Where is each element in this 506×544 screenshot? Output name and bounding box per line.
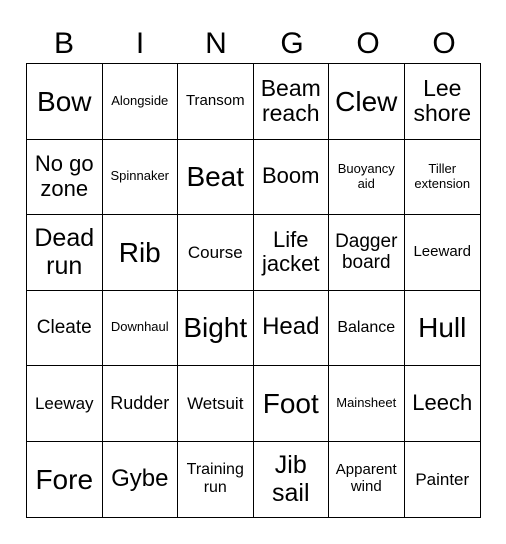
bingo-cell[interactable]: Head — [253, 290, 329, 366]
bingo-cell[interactable]: Leeward — [404, 215, 480, 291]
bingo-cell[interactable]: Rib — [102, 215, 178, 291]
bingo-cell[interactable]: Balance — [329, 290, 405, 366]
bingo-cell[interactable]: Boom — [253, 139, 329, 215]
bingo-cell[interactable]: Spinnaker — [102, 139, 178, 215]
bingo-cell[interactable]: Fore — [27, 441, 103, 517]
bingo-cell[interactable]: Wetsuit — [178, 366, 254, 442]
header-letter: I — [135, 27, 145, 60]
bingo-grid: Bow Alongside Transom Beam reach Clew Lee sho… — [26, 63, 481, 518]
bingo-cell[interactable]: Tiller extension — [404, 140, 480, 215]
header-letter: B — [53, 27, 74, 60]
bingo-cell[interactable]: Clew — [329, 64, 405, 140]
bingo-cell[interactable]: Dead run — [27, 215, 103, 291]
bingo-cell[interactable]: Leech — [404, 366, 480, 442]
bingo-cell[interactable]: Jib sail — [254, 441, 329, 517]
bingo-cell[interactable]: Buoyancy aid — [329, 139, 405, 215]
bingo-cell[interactable]: Apparent wind — [329, 441, 405, 517]
bingo-cell[interactable]: Training run — [178, 441, 254, 517]
bingo-cell[interactable]: No go zone — [27, 139, 103, 215]
bingo-cell[interactable]: Dagger board — [329, 215, 405, 291]
header-letter: N — [205, 27, 227, 60]
bingo-cell[interactable]: Painter — [405, 442, 481, 518]
bingo-cell[interactable]: Rudder — [102, 366, 178, 442]
bingo-cell[interactable]: Mainsheet — [329, 366, 405, 442]
header-letter: G — [280, 27, 304, 60]
bingo-cell[interactable]: Beam reach — [253, 64, 329, 140]
bingo-cell[interactable]: Leeway — [27, 366, 103, 442]
bingo-cell[interactable]: Transom — [178, 64, 254, 140]
bingo-cell[interactable]: Downhaul — [102, 290, 178, 366]
bingo-cell[interactable]: Beat — [178, 139, 254, 215]
bingo-cell[interactable]: Bight — [178, 290, 254, 366]
bingo-cell[interactable]: Alongside — [102, 64, 178, 140]
bingo-cell[interactable]: Hull — [404, 291, 480, 366]
bingo-cell[interactable]: Lee shore — [404, 64, 480, 140]
bingo-cell[interactable]: Bow — [27, 64, 103, 140]
header-letter: O — [432, 27, 456, 60]
bingo-cell[interactable]: Gybe — [103, 441, 178, 517]
bingo-header: BINGOO — [26, 26, 482, 62]
bingo-cell[interactable]: Cleate — [27, 290, 103, 366]
bingo-cell[interactable]: Foot — [253, 366, 329, 442]
header-letter: O — [356, 27, 380, 60]
bingo-cell[interactable]: Course — [178, 215, 254, 291]
bingo-cell[interactable]: Life jacket — [253, 215, 329, 291]
